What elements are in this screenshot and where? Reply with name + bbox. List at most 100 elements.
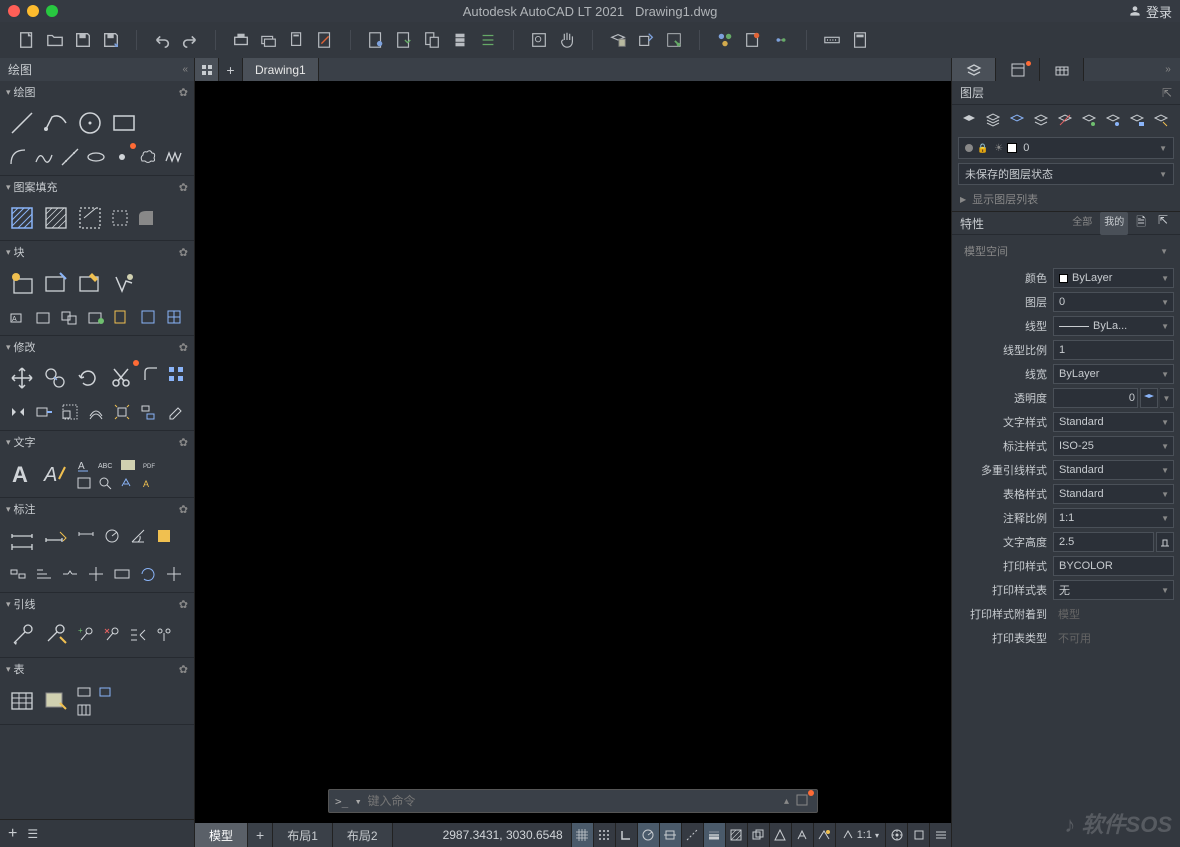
hatch-edit-icon[interactable]: [74, 202, 106, 234]
dim-baseline-icon[interactable]: [32, 562, 56, 586]
copy-icon[interactable]: [395, 31, 413, 49]
section-dim-header[interactable]: ▾标注✿: [0, 498, 194, 520]
arc-tool-icon[interactable]: [6, 145, 30, 169]
gear-icon[interactable]: ✿: [179, 503, 188, 516]
workspace-switching-icon[interactable]: [885, 823, 907, 847]
layers-tab-icon[interactable]: [952, 58, 996, 81]
layer-states-icon[interactable]: [984, 111, 1002, 129]
explode-tool-icon[interactable]: [110, 400, 134, 424]
block-attr3-icon[interactable]: [58, 305, 82, 329]
revcloud-tool-icon[interactable]: [136, 145, 160, 169]
erase-tool-icon[interactable]: [162, 400, 186, 424]
open-icon[interactable]: [46, 31, 64, 49]
table-style-icon[interactable]: [40, 685, 72, 717]
table-export-icon[interactable]: [96, 684, 116, 700]
move-tool-icon[interactable]: [6, 362, 37, 394]
prop-transp-arrow-icon[interactable]: ▼: [1160, 388, 1174, 408]
gear-icon[interactable]: ✿: [179, 246, 188, 259]
layer-walk-icon[interactable]: [1152, 111, 1170, 129]
units-icon[interactable]: [907, 823, 929, 847]
show-layer-list[interactable]: ▶显示图层列表: [952, 187, 1180, 211]
paste-icon[interactable]: [423, 31, 441, 49]
layer-state-dropdown[interactable]: 未保存的图层状态▼: [958, 163, 1174, 185]
collapse-panel-icon[interactable]: «: [182, 64, 188, 75]
new-icon[interactable]: [18, 31, 36, 49]
list-view-icon[interactable]: ☰: [27, 827, 38, 841]
saveas-icon[interactable]: [102, 31, 120, 49]
scale-tool-icon[interactable]: [58, 400, 82, 424]
dim-ordinate-icon[interactable]: [152, 524, 176, 548]
insert-block-icon[interactable]: [637, 31, 655, 49]
mleader-collect-icon[interactable]: [152, 623, 176, 647]
dim-style-icon[interactable]: [40, 524, 72, 556]
stretch-tool-icon[interactable]: [32, 400, 56, 424]
list-icon[interactable]: [479, 31, 497, 49]
undo-icon[interactable]: [153, 31, 171, 49]
text-abc-icon[interactable]: ABC: [96, 457, 116, 473]
block-attr1-icon[interactable]: A: [6, 305, 30, 329]
batch-plot-icon[interactable]: [260, 31, 278, 49]
plot-icon[interactable]: [232, 31, 250, 49]
layer-props-icon[interactable]: [960, 111, 978, 129]
cut-icon[interactable]: [367, 31, 385, 49]
polyline-tool-icon[interactable]: [40, 107, 72, 139]
prop-annoscale-dropdown[interactable]: 1:1▼: [1053, 508, 1174, 528]
prop-layer-dropdown[interactable]: 0▼: [1053, 292, 1174, 312]
section-leader-header[interactable]: ▾引线✿: [0, 593, 194, 615]
mleader-align-icon[interactable]: [126, 623, 150, 647]
annotation-scale[interactable]: 1:1▾: [835, 823, 885, 847]
gear-icon[interactable]: ✿: [179, 341, 188, 354]
block-attr4-icon[interactable]: [84, 305, 108, 329]
mtext-tool-icon[interactable]: A: [6, 458, 38, 490]
grid-mode-icon[interactable]: [571, 823, 593, 847]
prop-color-dropdown[interactable]: ByLayer▼: [1053, 268, 1174, 288]
gear-icon[interactable]: ✿: [179, 436, 188, 449]
prop-plottable-dropdown[interactable]: 无▼: [1053, 580, 1174, 600]
autoscale-icon[interactable]: [813, 823, 835, 847]
space-dropdown[interactable]: 模型空间▼: [958, 241, 1174, 261]
xline-tool-icon[interactable]: [58, 145, 82, 169]
dim-update-icon[interactable]: [136, 562, 160, 586]
props-all-button[interactable]: 全部: [1068, 212, 1096, 235]
dim-tolerance-icon[interactable]: [110, 562, 134, 586]
table-link-icon[interactable]: [74, 684, 94, 700]
blocks-tab-icon[interactable]: [1040, 58, 1084, 81]
text-a-icon[interactable]: A: [74, 457, 94, 473]
trim-tool-icon[interactable]: [106, 362, 137, 394]
fillet-tool-icon[interactable]: [139, 362, 162, 386]
prop-linetype-dropdown[interactable]: ByLa...▼: [1053, 316, 1174, 336]
panel-popout-icon[interactable]: ⇱: [1162, 86, 1172, 100]
layout-tab-model[interactable]: 模型: [195, 823, 248, 847]
text-pdf-icon[interactable]: PDF: [140, 457, 160, 473]
align-tool-icon[interactable]: [136, 400, 160, 424]
zigzag-tool-icon[interactable]: [162, 145, 186, 169]
dim-radius-icon[interactable]: [100, 524, 124, 548]
zoom-window-icon[interactable]: [530, 31, 548, 49]
text-style-icon[interactable]: A: [40, 458, 72, 490]
prop-tablestyle-dropdown[interactable]: Standard▼: [1053, 484, 1174, 504]
section-text-header[interactable]: ▾文字✿: [0, 431, 194, 453]
layer-previous-icon[interactable]: [1128, 111, 1146, 129]
circle-tool-icon[interactable]: [74, 107, 106, 139]
prop-transp-layer-icon[interactable]: [1140, 388, 1158, 408]
text-field-icon[interactable]: [118, 457, 138, 473]
line-tool-icon[interactable]: [6, 107, 38, 139]
prop-textheight-input[interactable]: 2.5: [1053, 532, 1154, 552]
parametric-icon[interactable]: [772, 31, 790, 49]
layer-freeze-icon[interactable]: [1032, 111, 1050, 129]
dim-aligned-icon[interactable]: [74, 524, 98, 548]
close-window-icon[interactable]: [8, 5, 20, 17]
properties-tab-icon[interactable]: [996, 58, 1040, 81]
dim-override-icon[interactable]: [162, 562, 186, 586]
prop-ltscale-input[interactable]: 1: [1053, 340, 1174, 360]
text-spell-icon[interactable]: [118, 475, 138, 491]
props-popout-icon[interactable]: ⇱: [1154, 212, 1172, 235]
customization-icon[interactable]: [929, 823, 951, 847]
otrack-mode-icon[interactable]: [681, 823, 703, 847]
layer-isolate-icon[interactable]: [1008, 111, 1026, 129]
transparency-mode-icon[interactable]: [725, 823, 747, 847]
design-center-icon[interactable]: [665, 31, 683, 49]
selection-cycling-icon[interactable]: [747, 823, 769, 847]
layout-tab-1[interactable]: 布局1: [273, 823, 333, 847]
define-attributes-icon[interactable]: [108, 267, 140, 299]
